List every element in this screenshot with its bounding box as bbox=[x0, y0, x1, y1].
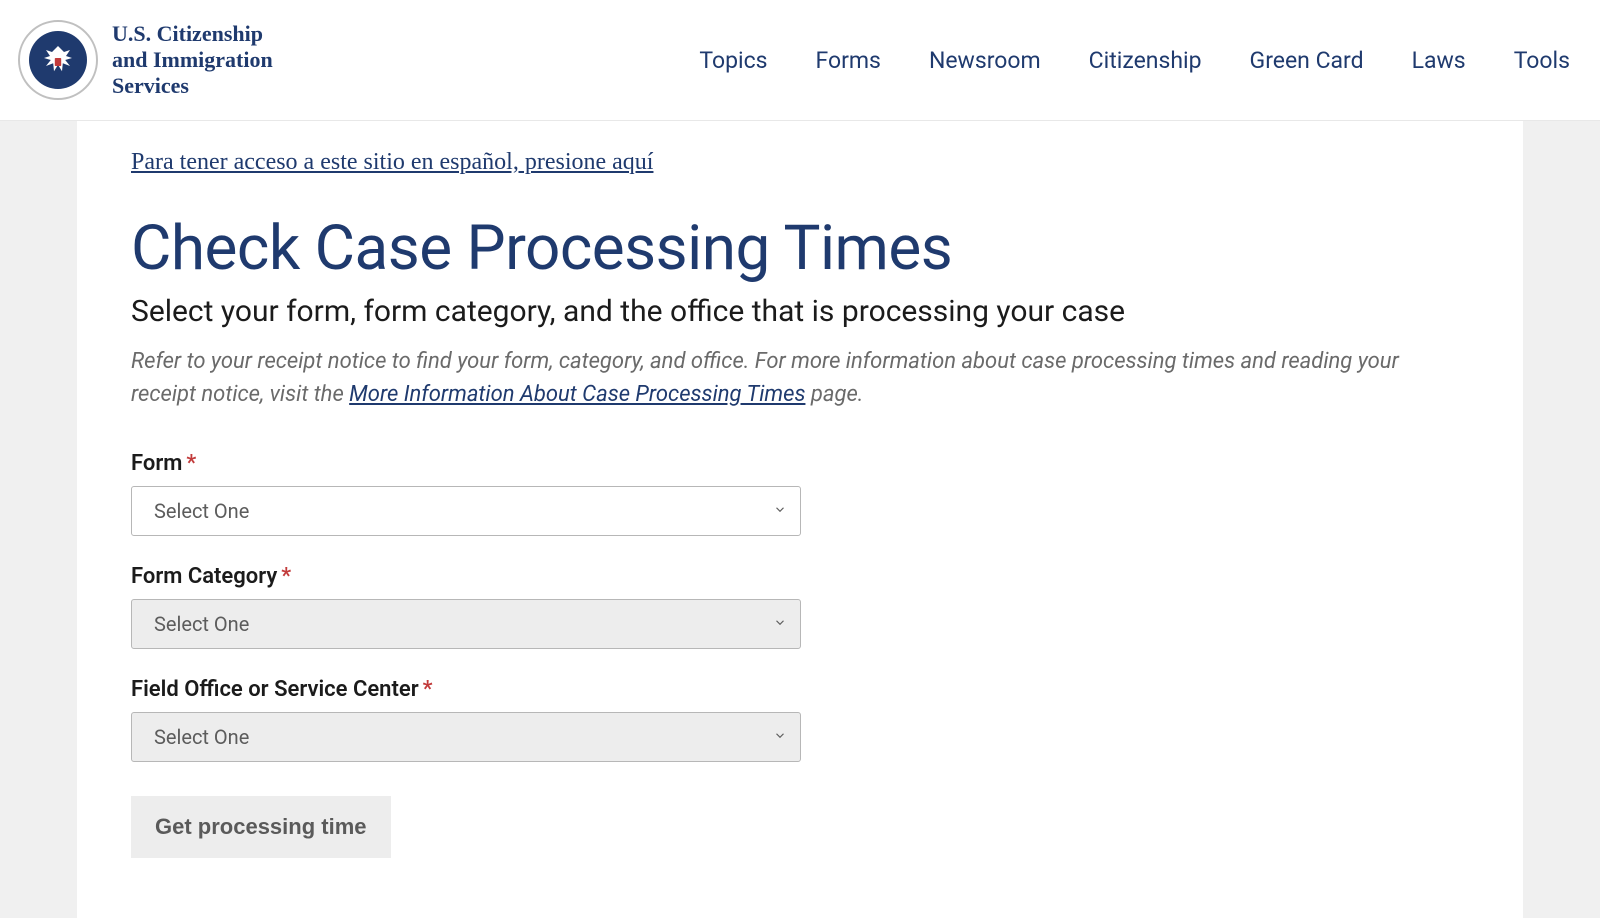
form-group-category: Form Category* Select One bbox=[131, 564, 1469, 649]
primary-nav: Topics Forms Newsroom Citizenship Green … bbox=[699, 47, 1570, 74]
nav-forms[interactable]: Forms bbox=[816, 47, 881, 74]
form-label-text: Form bbox=[131, 451, 182, 476]
intro-text-post: page. bbox=[805, 382, 863, 407]
main-content: Para tener acceso a este sitio en españo… bbox=[77, 121, 1523, 918]
form-group-form: Form* Select One bbox=[131, 451, 1469, 536]
dhs-seal-icon bbox=[18, 20, 98, 100]
required-asterisk: * bbox=[423, 677, 433, 702]
processing-time-form: Form* Select One Form Category* Select O… bbox=[131, 451, 1469, 858]
form-group-office: Field Office or Service Center* Select O… bbox=[131, 677, 1469, 762]
nav-green-card[interactable]: Green Card bbox=[1250, 47, 1364, 74]
more-info-link[interactable]: More Information About Case Processing T… bbox=[349, 382, 805, 407]
form-label: Form* bbox=[131, 451, 196, 476]
nav-topics[interactable]: Topics bbox=[699, 47, 767, 74]
page-title: Check Case Processing Times bbox=[131, 216, 1469, 281]
form-select[interactable]: Select One bbox=[131, 486, 801, 536]
required-asterisk: * bbox=[281, 564, 291, 589]
office-label-text: Field Office or Service Center bbox=[131, 677, 419, 702]
org-name: U.S. Citizenship and Immigration Service… bbox=[112, 21, 273, 99]
nav-citizenship[interactable]: Citizenship bbox=[1089, 47, 1202, 74]
nav-newsroom[interactable]: Newsroom bbox=[929, 47, 1041, 74]
get-processing-time-button[interactable]: Get processing time bbox=[131, 796, 391, 858]
logo[interactable]: U.S. Citizenship and Immigration Service… bbox=[18, 20, 273, 100]
category-select[interactable]: Select One bbox=[131, 599, 801, 649]
category-label: Form Category* bbox=[131, 564, 291, 589]
nav-laws[interactable]: Laws bbox=[1412, 47, 1466, 74]
office-select[interactable]: Select One bbox=[131, 712, 801, 762]
nav-tools[interactable]: Tools bbox=[1514, 47, 1570, 74]
site-header: U.S. Citizenship and Immigration Service… bbox=[0, 0, 1600, 121]
category-label-text: Form Category bbox=[131, 564, 277, 589]
required-asterisk: * bbox=[186, 451, 196, 476]
eagle-icon bbox=[38, 40, 78, 80]
spanish-link[interactable]: Para tener acceso a este sitio en españo… bbox=[131, 149, 653, 175]
page-intro: Refer to your receipt notice to find you… bbox=[131, 345, 1469, 411]
office-label: Field Office or Service Center* bbox=[131, 677, 433, 702]
page-subtitle: Select your form, form category, and the… bbox=[131, 293, 1469, 331]
